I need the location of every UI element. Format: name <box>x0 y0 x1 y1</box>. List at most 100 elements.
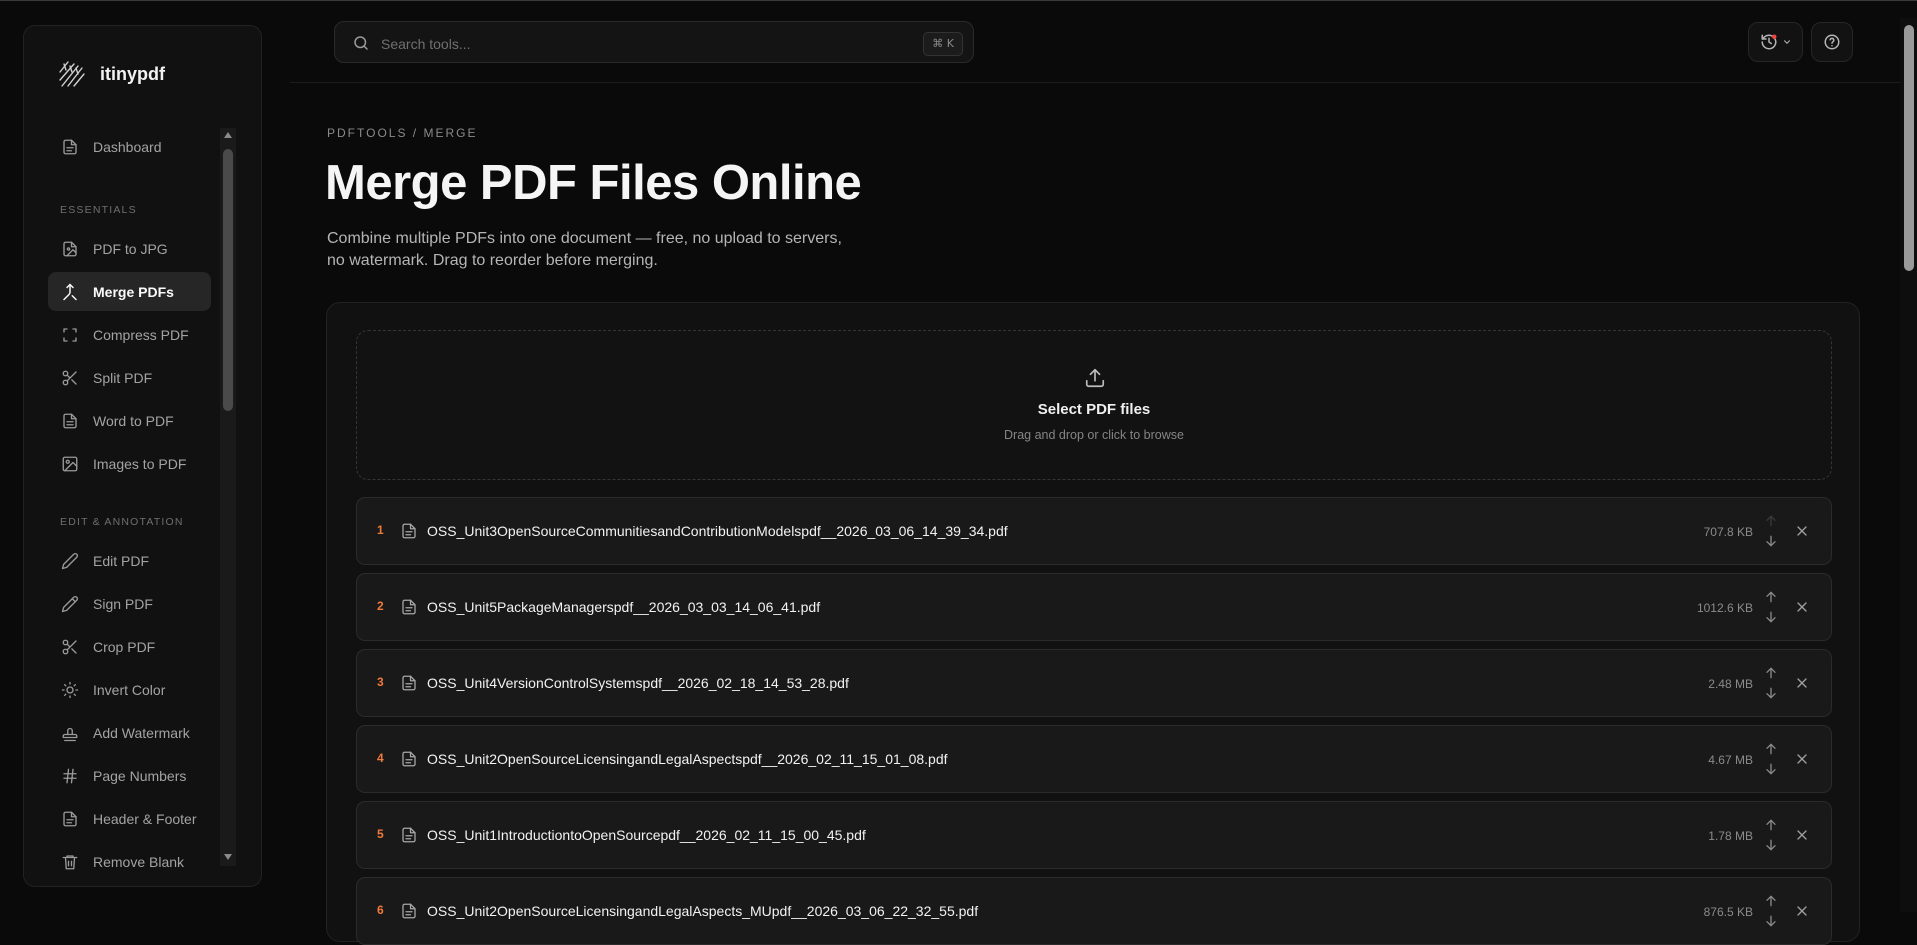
close-icon[interactable] <box>1794 675 1810 691</box>
trash-icon <box>62 854 78 869</box>
sidebar-item-add-watermark[interactable]: Add Watermark <box>48 713 211 752</box>
file-dropzone[interactable]: Select PDF files Drag and drop or click … <box>356 330 1832 480</box>
sidebar-item-sign-pdf[interactable]: Sign PDF <box>48 584 211 623</box>
sidebar-item-label: Dashboard <box>93 138 162 155</box>
search-icon <box>354 36 368 50</box>
stamp-icon <box>62 727 78 741</box>
sidebar-item-invert-color[interactable]: Invert Color <box>48 670 211 709</box>
sidebar: itinypdf Dashboard ESSENTIALS PDF to JPG… <box>23 25 262 887</box>
page-scrollbar-thumb[interactable] <box>1904 25 1914 271</box>
search-bar[interactable]: ⌘ K <box>334 21 974 63</box>
sidebar-item-compress-pdf[interactable]: Compress PDF <box>48 315 211 354</box>
file-icon <box>402 827 416 843</box>
sidebar-scrollbar-thumb[interactable] <box>223 149 233 411</box>
sidebar-item-label: Word to PDF <box>93 412 174 429</box>
chevron-down-icon <box>1783 40 1790 44</box>
breadcrumb: PDFTOOLS / MERGE <box>327 126 478 140</box>
file-size: 876.5 KB <box>1703 905 1753 919</box>
file-icon <box>402 523 416 539</box>
close-icon[interactable] <box>1794 903 1810 919</box>
file-name: OSS_Unit1IntroductiontoOpenSourcepdf__20… <box>427 827 866 843</box>
sidebar-item-edit-pdf[interactable]: Edit PDF <box>48 541 211 580</box>
sidebar-item-split-pdf[interactable]: Split PDF <box>48 358 211 397</box>
file-index: 3 <box>377 675 384 689</box>
search-shortcut: ⌘ K <box>923 32 963 56</box>
arrow-up-icon[interactable] <box>1763 817 1779 833</box>
file-icon <box>402 599 416 615</box>
window-top-border <box>0 0 1917 1</box>
scroll-up-icon[interactable] <box>223 130 233 140</box>
arrow-down-icon[interactable] <box>1763 533 1779 549</box>
arrow-up-icon[interactable] <box>1763 893 1779 909</box>
compress-icon <box>63 327 77 342</box>
sidebar-item-images-to-pdf[interactable]: Images to PDF <box>48 444 211 483</box>
arrow-down-icon[interactable] <box>1763 685 1779 701</box>
sidebar-item-label: PDF to JPG <box>93 240 168 257</box>
sidebar-item-label: Add Watermark <box>93 724 190 741</box>
logo-icon <box>59 61 85 87</box>
page-subtitle: Combine multiple PDFs into one document … <box>327 230 842 269</box>
scissors-icon <box>62 370 77 385</box>
dropzone-hint: Drag and drop or click to browse <box>1004 428 1184 442</box>
sidebar-item-remove-blank[interactable]: Remove Blank <box>48 842 211 881</box>
arrow-up-icon[interactable] <box>1763 665 1779 681</box>
sidebar-item-page-numbers[interactable]: Page Numbers <box>48 756 211 795</box>
file-row[interactable]: 1 OSS_Unit3OpenSourceCommunitiesandContr… <box>356 497 1832 565</box>
header-divider <box>290 82 1900 83</box>
file-image-icon <box>63 241 77 256</box>
arrow-up-icon[interactable] <box>1763 589 1779 605</box>
sidebar-item-label: Crop PDF <box>93 638 156 655</box>
file-name: OSS_Unit5PackageManagerspdf__2026_03_03_… <box>427 599 821 615</box>
arrow-up-icon[interactable] <box>1763 741 1779 757</box>
sidebar-item-label: Compress PDF <box>93 326 189 343</box>
arrow-up-icon <box>1766 515 1776 527</box>
file-row[interactable]: 5 OSS_Unit1IntroductiontoOpenSourcepdf__… <box>356 801 1832 869</box>
arrow-down-icon[interactable] <box>1763 761 1779 777</box>
file-row[interactable]: 4 OSS_Unit2OpenSourceLicensingandLegalAs… <box>356 725 1832 793</box>
crop-icon <box>62 639 77 654</box>
sidebar-item-dashboard[interactable]: Dashboard <box>48 127 211 166</box>
help-button[interactable] <box>1811 22 1853 62</box>
file-icon <box>402 751 416 767</box>
file-icon <box>402 903 416 919</box>
sidebar-item-pdf-to-jpg[interactable]: PDF to JPG <box>48 229 211 268</box>
file-text-icon <box>63 413 77 428</box>
close-icon[interactable] <box>1794 599 1810 615</box>
close-icon[interactable] <box>1794 751 1810 767</box>
file-name: OSS_Unit2OpenSourceLicensingandLegalAspe… <box>427 751 948 767</box>
brand[interactable]: itinypdf <box>56 58 165 90</box>
arrow-down-icon[interactable] <box>1763 609 1779 625</box>
search-input[interactable] <box>379 32 903 56</box>
file-icon <box>63 139 77 154</box>
arrow-down-icon[interactable] <box>1763 913 1779 929</box>
file-index: 6 <box>377 903 384 917</box>
section-title-essentials: ESSENTIALS <box>60 204 137 216</box>
file-index: 1 <box>377 523 384 537</box>
file-header-icon <box>63 811 77 826</box>
file-row[interactable]: 3 OSS_Unit4VersionControlSystemspdf__202… <box>356 649 1832 717</box>
file-index: 4 <box>377 751 384 765</box>
close-icon[interactable] <box>1794 827 1810 843</box>
image-icon <box>62 456 78 471</box>
page-title: Merge PDF Files Online <box>325 156 862 210</box>
file-size: 2.48 MB <box>1708 677 1753 691</box>
hash-icon <box>63 768 77 783</box>
close-icon[interactable] <box>1794 523 1810 539</box>
sidebar-item-label: Sign PDF <box>93 595 153 612</box>
file-index: 5 <box>377 827 384 841</box>
sidebar-item-merge-pdfs[interactable]: Merge PDFs <box>48 272 211 311</box>
file-name: OSS_Unit3OpenSourceCommunitiesandContrib… <box>427 523 1008 539</box>
arrow-down-icon[interactable] <box>1763 837 1779 853</box>
history-button[interactable] <box>1748 22 1803 62</box>
sidebar-item-label: Merge PDFs <box>93 283 174 300</box>
scroll-down-icon[interactable] <box>223 852 233 862</box>
file-row[interactable]: 6 OSS_Unit2OpenSourceLicensingandLegalAs… <box>356 877 1832 945</box>
sidebar-item-header-footer[interactable]: Header & Footer <box>48 799 211 838</box>
sidebar-item-crop-pdf[interactable]: Crop PDF <box>48 627 211 666</box>
file-size: 4.67 MB <box>1708 753 1753 767</box>
file-size: 707.8 KB <box>1703 525 1753 539</box>
sidebar-item-label: Header & Footer <box>93 810 197 827</box>
file-row[interactable]: 2 OSS_Unit5PackageManagerspdf__2026_03_0… <box>356 573 1832 641</box>
pencil-icon <box>61 552 78 569</box>
sidebar-item-word-to-pdf[interactable]: Word to PDF <box>48 401 211 440</box>
